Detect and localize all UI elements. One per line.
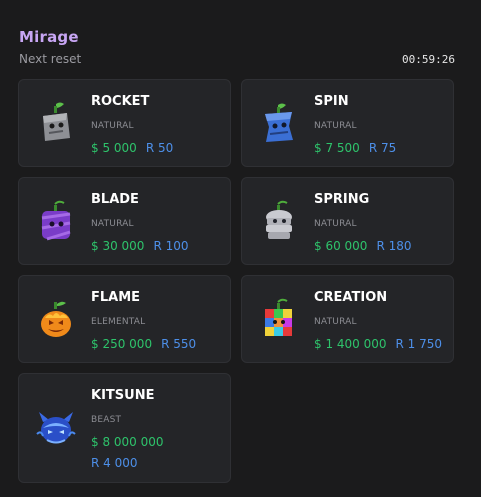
robux-price: R 4 000: [91, 456, 138, 470]
fruit-name: KITSUNE: [91, 388, 155, 403]
robux-price: R 1 750: [395, 337, 443, 351]
fruit-card-creation[interactable]: CREATION NATURAL $ 1 400 000 R 1 750: [241, 275, 454, 363]
robux-price: R 100: [153, 239, 189, 253]
money-price: $ 8 000 000: [91, 435, 164, 449]
robux-price: R 75: [368, 141, 397, 155]
money-price: $ 7 500: [314, 141, 360, 155]
robux-price: R 50: [145, 141, 174, 155]
fruit-rarity: NATURAL: [314, 219, 357, 229]
reset-timer: 00:59:26: [402, 53, 455, 66]
fruit-rarity: NATURAL: [91, 219, 134, 229]
money-price: $ 60 000: [314, 239, 368, 253]
fruit-card-spring[interactable]: SPRING NATURAL $ 60 000 R 180: [241, 177, 454, 265]
fruit-rarity: NATURAL: [314, 317, 357, 327]
fruit-card-spin[interactable]: SPIN NATURAL $ 7 500 R 75: [241, 79, 454, 167]
fruit-name: SPIN: [314, 94, 349, 109]
fruit-card-rocket[interactable]: ROCKET NATURAL $ 5 000 R 50: [18, 79, 231, 167]
fruit-name: SPRING: [314, 192, 370, 207]
flame-fruit-icon: [33, 296, 79, 342]
robux-price: R 550: [161, 337, 197, 351]
fruit-name: ROCKET: [91, 94, 150, 109]
rocket-fruit-icon: [33, 100, 79, 146]
fruit-card-blade[interactable]: BLADE NATURAL $ 30 000 R 100: [18, 177, 231, 265]
fruit-rarity: NATURAL: [91, 121, 134, 131]
page-title: Mirage: [19, 28, 79, 46]
robux-price: R 180: [376, 239, 412, 253]
fruit-rarity: NATURAL: [314, 121, 357, 131]
fruit-name: CREATION: [314, 290, 388, 305]
fruit-rarity: ELEMENTAL: [91, 317, 146, 327]
money-price: $ 1 400 000: [314, 337, 387, 351]
fruit-card-flame[interactable]: FLAME ELEMENTAL $ 250 000 R 550: [18, 275, 231, 363]
fruit-card-kitsune[interactable]: KITSUNE BEAST $ 8 000 000 R 4 000: [18, 373, 231, 483]
reset-label: Next reset: [19, 52, 82, 66]
fruit-name: BLADE: [91, 192, 139, 207]
spring-fruit-icon: [256, 198, 302, 244]
fruit-rarity: BEAST: [91, 415, 122, 425]
creation-fruit-icon: [256, 296, 302, 342]
money-price: $ 30 000: [91, 239, 145, 253]
kitsune-fruit-icon: [33, 404, 79, 450]
blade-fruit-icon: [33, 198, 79, 244]
money-price: $ 5 000: [91, 141, 137, 155]
money-price: $ 250 000: [91, 337, 153, 351]
spin-fruit-icon: [256, 100, 302, 146]
fruit-name: FLAME: [91, 290, 141, 305]
